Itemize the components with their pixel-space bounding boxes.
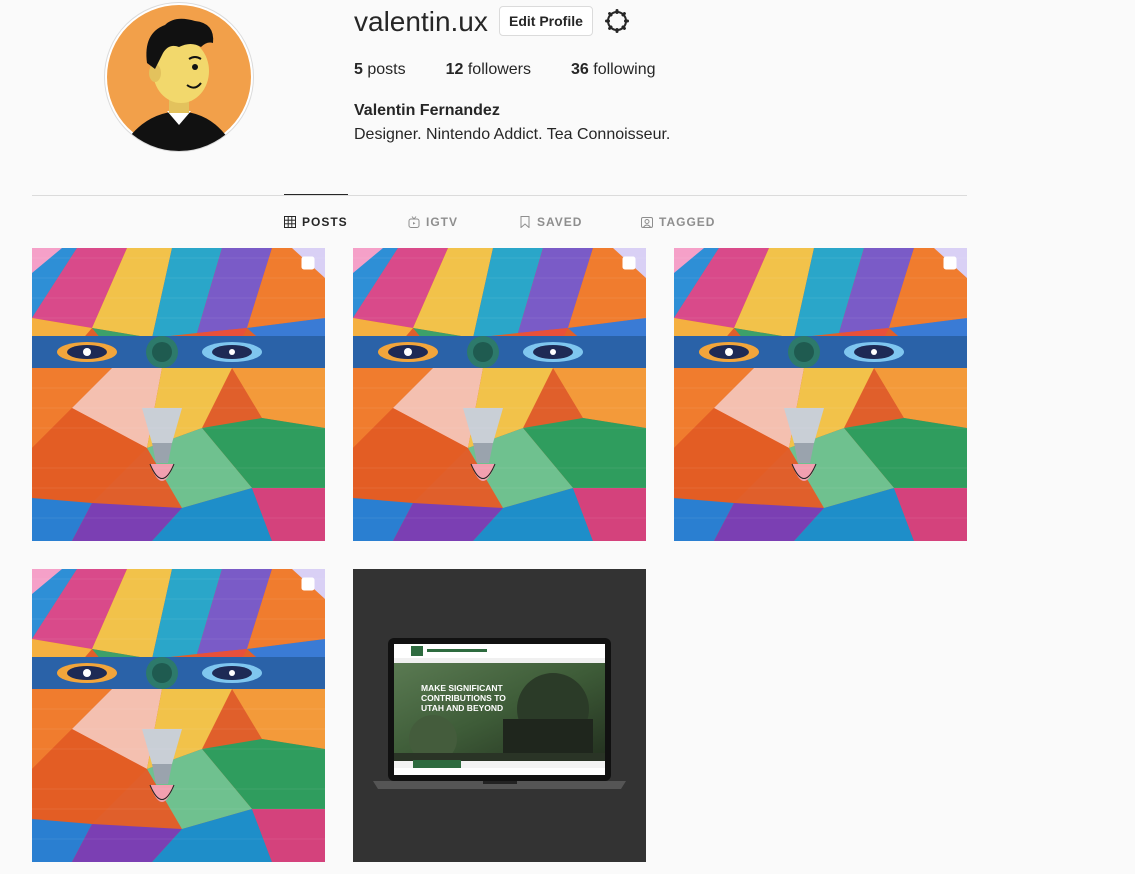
posts-count-value: 5: [354, 61, 363, 78]
post-thumbnail[interactable]: [32, 248, 325, 541]
profile-stats: 5 posts 12 followers 36 following: [354, 61, 696, 79]
igtv-icon: [408, 216, 420, 228]
mural-image: [353, 248, 646, 541]
tab-igtv-label: IGTV: [426, 215, 459, 229]
active-tab-indicator: [284, 194, 348, 195]
tab-igtv[interactable]: IGTV: [408, 214, 458, 230]
following-count-label: following: [593, 61, 656, 78]
settings-gear-icon[interactable]: [604, 8, 630, 34]
profile-bio: Designer. Nintendo Addict. Tea Connoisse…: [354, 126, 671, 143]
multiple-photos-icon: [301, 256, 315, 270]
multiple-photos-icon: [301, 577, 315, 591]
followers-count-label: followers: [467, 61, 531, 78]
tab-tagged[interactable]: TAGGED: [641, 214, 715, 230]
tabs-divider: [32, 195, 967, 196]
avatar[interactable]: [104, 2, 254, 152]
following-count[interactable]: 36 following: [571, 61, 656, 79]
profile-full-name: Valentin Fernandez: [354, 102, 500, 119]
profile-username: valentin.ux: [354, 6, 488, 37]
tab-saved-label: SAVED: [537, 215, 583, 229]
post-thumbnail[interactable]: [674, 248, 967, 541]
multiple-photos-icon: [943, 256, 957, 270]
tagged-icon: [641, 217, 653, 228]
post-thumbnail[interactable]: MAKE SIGNIFICANT CONTRIBUTIONS TO UTAH A…: [353, 569, 646, 862]
mural-image: [32, 569, 325, 862]
multiple-photos-icon: [622, 256, 636, 270]
cartoon-avatar-icon: [107, 5, 251, 151]
followers-count-value: 12: [445, 61, 464, 78]
tab-posts-label: POSTS: [302, 215, 348, 229]
post-thumbnail[interactable]: [32, 569, 325, 862]
laptop-headline-3: UTAH AND BEYOND: [421, 703, 503, 713]
following-count-value: 36: [571, 61, 589, 78]
edit-profile-button[interactable]: Edit Profile: [499, 6, 593, 36]
posts-count-label: posts: [367, 61, 406, 78]
laptop-mockup-image: MAKE SIGNIFICANT CONTRIBUTIONS TO UTAH A…: [353, 569, 646, 862]
tab-saved[interactable]: SAVED: [519, 214, 582, 230]
profile-page: valentin.ux Edit Profile 5 posts 12 foll…: [0, 0, 1135, 874]
tab-posts[interactable]: POSTS: [284, 214, 348, 230]
posts-count[interactable]: 5 posts: [354, 61, 406, 79]
tab-tagged-label: TAGGED: [659, 215, 716, 229]
laptop-headline-1: MAKE SIGNIFICANT: [421, 683, 504, 693]
followers-count[interactable]: 12 followers: [446, 61, 531, 79]
grid-icon: [284, 216, 296, 228]
bookmark-icon: [520, 216, 530, 228]
mural-image: [32, 248, 325, 541]
post-thumbnail[interactable]: [353, 248, 646, 541]
laptop-headline-2: CONTRIBUTIONS TO: [421, 693, 506, 703]
mural-image: [674, 248, 967, 541]
